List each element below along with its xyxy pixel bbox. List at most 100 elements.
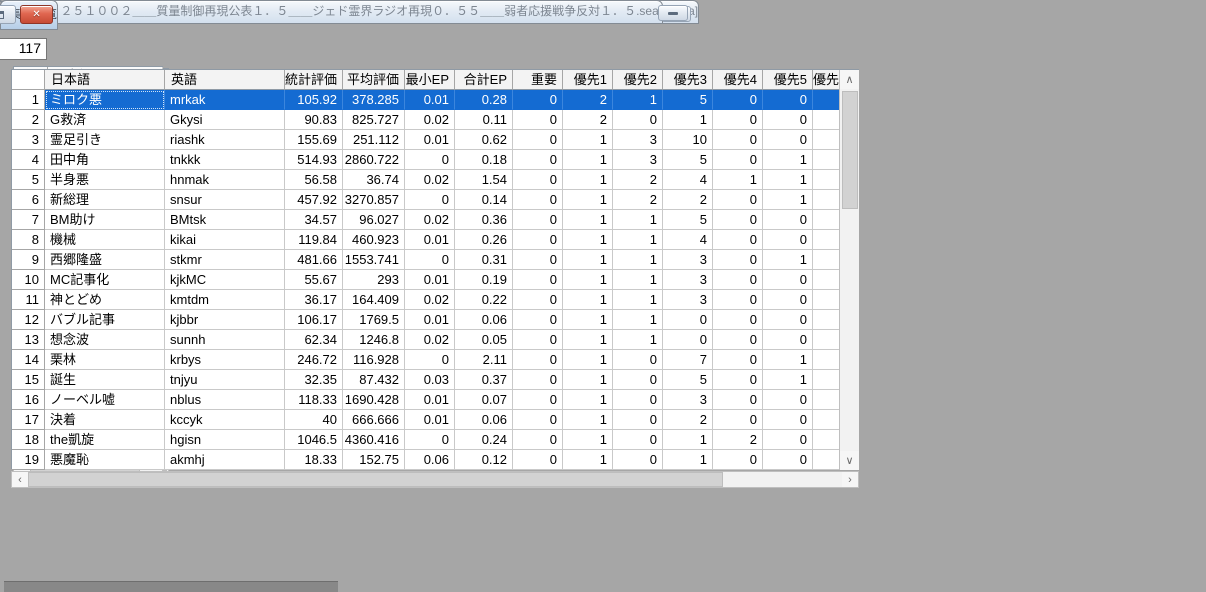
cell-minep: 0 [405, 250, 455, 270]
cell-imp: 0 [513, 170, 563, 190]
scrollbar-thumb[interactable] [28, 472, 723, 487]
cell-p1: 1 [563, 170, 613, 190]
vertical-scrollbar[interactable]: ∧ ∨ [839, 70, 859, 470]
cell-stat: 106.17 [285, 310, 343, 330]
table-row[interactable]: 9西郷隆盛stkmr481.661553.74100.31011301 [12, 250, 859, 270]
restore-button[interactable] [0, 5, 16, 24]
column-header[interactable]: 優先2 [613, 70, 663, 90]
column-header[interactable]: 平均評価 [343, 70, 405, 90]
cell-avg: 460.923 [343, 230, 405, 250]
cell-p5: 0 [763, 90, 813, 110]
cell-imp: 0 [513, 250, 563, 270]
scrollbar-thumb[interactable] [842, 91, 858, 209]
cell-p1: 2 [563, 110, 613, 130]
table-row[interactable]: 17決着kccyk40666.6660.010.06010200 [12, 410, 859, 430]
cell-stat: 62.34 [285, 330, 343, 350]
cell-sumep: 2.11 [455, 350, 513, 370]
cell-p6 [813, 410, 840, 430]
cell-stat: 90.83 [285, 110, 343, 130]
cell-minep: 0.01 [405, 410, 455, 430]
column-header[interactable]: 優先4 [713, 70, 763, 90]
record-count-field[interactable]: 117 [0, 38, 47, 60]
cell-p4: 0 [713, 230, 763, 250]
cell-p4: 0 [713, 290, 763, 310]
table-row[interactable]: 15誕生tnjyu32.3587.4320.030.37010501 [12, 370, 859, 390]
cell-avg: 293 [343, 270, 405, 290]
cell-minep: 0.01 [405, 90, 455, 110]
cell-p2: 0 [613, 350, 663, 370]
cell-stat: 1046.5 [285, 430, 343, 450]
cell-minep: 0 [405, 430, 455, 450]
scroll-right-icon[interactable]: › [842, 472, 858, 487]
scroll-down-icon[interactable]: ∨ [840, 451, 859, 470]
cell-jp: 新総理 [45, 190, 165, 210]
cell-p4: 0 [713, 370, 763, 390]
window-title: 検索[２０２５１００２＿＿質量制御再現公表１．５＿＿ジェド霊界ラジオ再現０．５５… [1, 1, 662, 23]
cell-p6 [813, 370, 840, 390]
cell-p5: 0 [763, 450, 813, 470]
cell-sumep: 0.28 [455, 90, 513, 110]
column-header[interactable]: 優先5 [763, 70, 813, 90]
scroll-up-icon[interactable]: ∧ [840, 70, 859, 89]
table-row[interactable]: 19悪魔恥akmhj18.33152.750.060.12010100 [12, 450, 859, 470]
cell-en: krbys [165, 350, 285, 370]
table-row[interactable]: 6新総理snsur457.923270.85700.14012201 [12, 190, 859, 210]
column-header[interactable]: 日本語 [45, 70, 165, 90]
cell-p5: 1 [763, 190, 813, 210]
cell-sumep: 0.18 [455, 150, 513, 170]
table-row[interactable]: 12バブル記事kjbbr106.171769.50.010.06011000 [12, 310, 859, 330]
cell-avg: 1246.8 [343, 330, 405, 350]
table-row[interactable]: 1ミロク悪mrkak105.92378.2850.010.28021500 [12, 90, 859, 110]
minimize-button[interactable] [658, 5, 688, 21]
cell-p6 [813, 190, 840, 210]
column-header[interactable]: 優先 [813, 70, 840, 90]
column-header[interactable]: 優先1 [563, 70, 613, 90]
table-row[interactable]: 8機械kikai119.84460.9230.010.26011400 [12, 230, 859, 250]
cell-p3: 3 [663, 390, 713, 410]
cell-jp: ミロク悪 [45, 90, 165, 110]
horizontal-scrollbar[interactable]: ‹ › [11, 471, 859, 488]
cell-p1: 1 [563, 350, 613, 370]
cell-imp: 0 [513, 370, 563, 390]
cell-n: 8 [12, 230, 45, 250]
cell-en: kccyk [165, 410, 285, 430]
cell-p6 [813, 330, 840, 350]
table-row[interactable]: 5半身悪hnmak56.5836.740.021.54012411 [12, 170, 859, 190]
cell-stat: 457.92 [285, 190, 343, 210]
table-row[interactable]: 16ノーベル嘘nblus118.331690.4280.010.07010300 [12, 390, 859, 410]
table-row[interactable]: 10MC記事化kjkMC55.672930.010.19011300 [12, 270, 859, 290]
table-row[interactable]: 14栗林krbys246.72116.92802.11010701 [12, 350, 859, 370]
column-header[interactable]: 最小EP [405, 70, 455, 90]
scroll-left-icon[interactable]: ‹ [12, 472, 28, 487]
column-header[interactable]: 統計評価 [285, 70, 343, 90]
table-row[interactable]: 18the凱旋hgisn1046.54360.41600.24010120 [12, 430, 859, 450]
main-window: 集約一覧 ✕ 117 日本語英語統計評価平均評価最小EP合計EP重要優先1優先2… [0, 0, 58, 30]
table-row[interactable]: 13想念波sunnh62.341246.80.020.05011000 [12, 330, 859, 350]
cell-p4: 2 [713, 430, 763, 450]
table-row[interactable]: 4田中角tnkkk514.932860.72200.18013501 [12, 150, 859, 170]
close-button[interactable]: ✕ [20, 5, 53, 24]
column-header[interactable]: 英語 [165, 70, 285, 90]
cell-jp: 霊足引き [45, 130, 165, 150]
cell-sumep: 0.11 [455, 110, 513, 130]
column-header[interactable]: 合計EP [455, 70, 513, 90]
table-row[interactable]: 7BM助けBMtsk34.5796.0270.020.36011500 [12, 210, 859, 230]
cell-p5: 0 [763, 330, 813, 350]
column-header[interactable]: 優先3 [663, 70, 713, 90]
cell-p2: 1 [613, 230, 663, 250]
column-header[interactable]: 重要 [513, 70, 563, 90]
table-row[interactable]: 3霊足引きriashk155.69251.1120.010.620131000 [12, 130, 859, 150]
cell-sumep: 0.07 [455, 390, 513, 410]
table-row[interactable]: 11神とどめkmtdm36.17164.4090.020.22011300 [12, 290, 859, 310]
cell-p1: 1 [563, 290, 613, 310]
cell-en: hgisn [165, 430, 285, 450]
cell-en: nblus [165, 390, 285, 410]
cell-avg: 251.112 [343, 130, 405, 150]
cell-p5: 0 [763, 230, 813, 250]
cell-imp: 0 [513, 90, 563, 110]
cell-stat: 36.17 [285, 290, 343, 310]
cell-p1: 1 [563, 430, 613, 450]
table-row[interactable]: 2G救済Gkysi90.83825.7270.020.11020100 [12, 110, 859, 130]
cell-avg: 3270.857 [343, 190, 405, 210]
cell-p4: 0 [713, 150, 763, 170]
